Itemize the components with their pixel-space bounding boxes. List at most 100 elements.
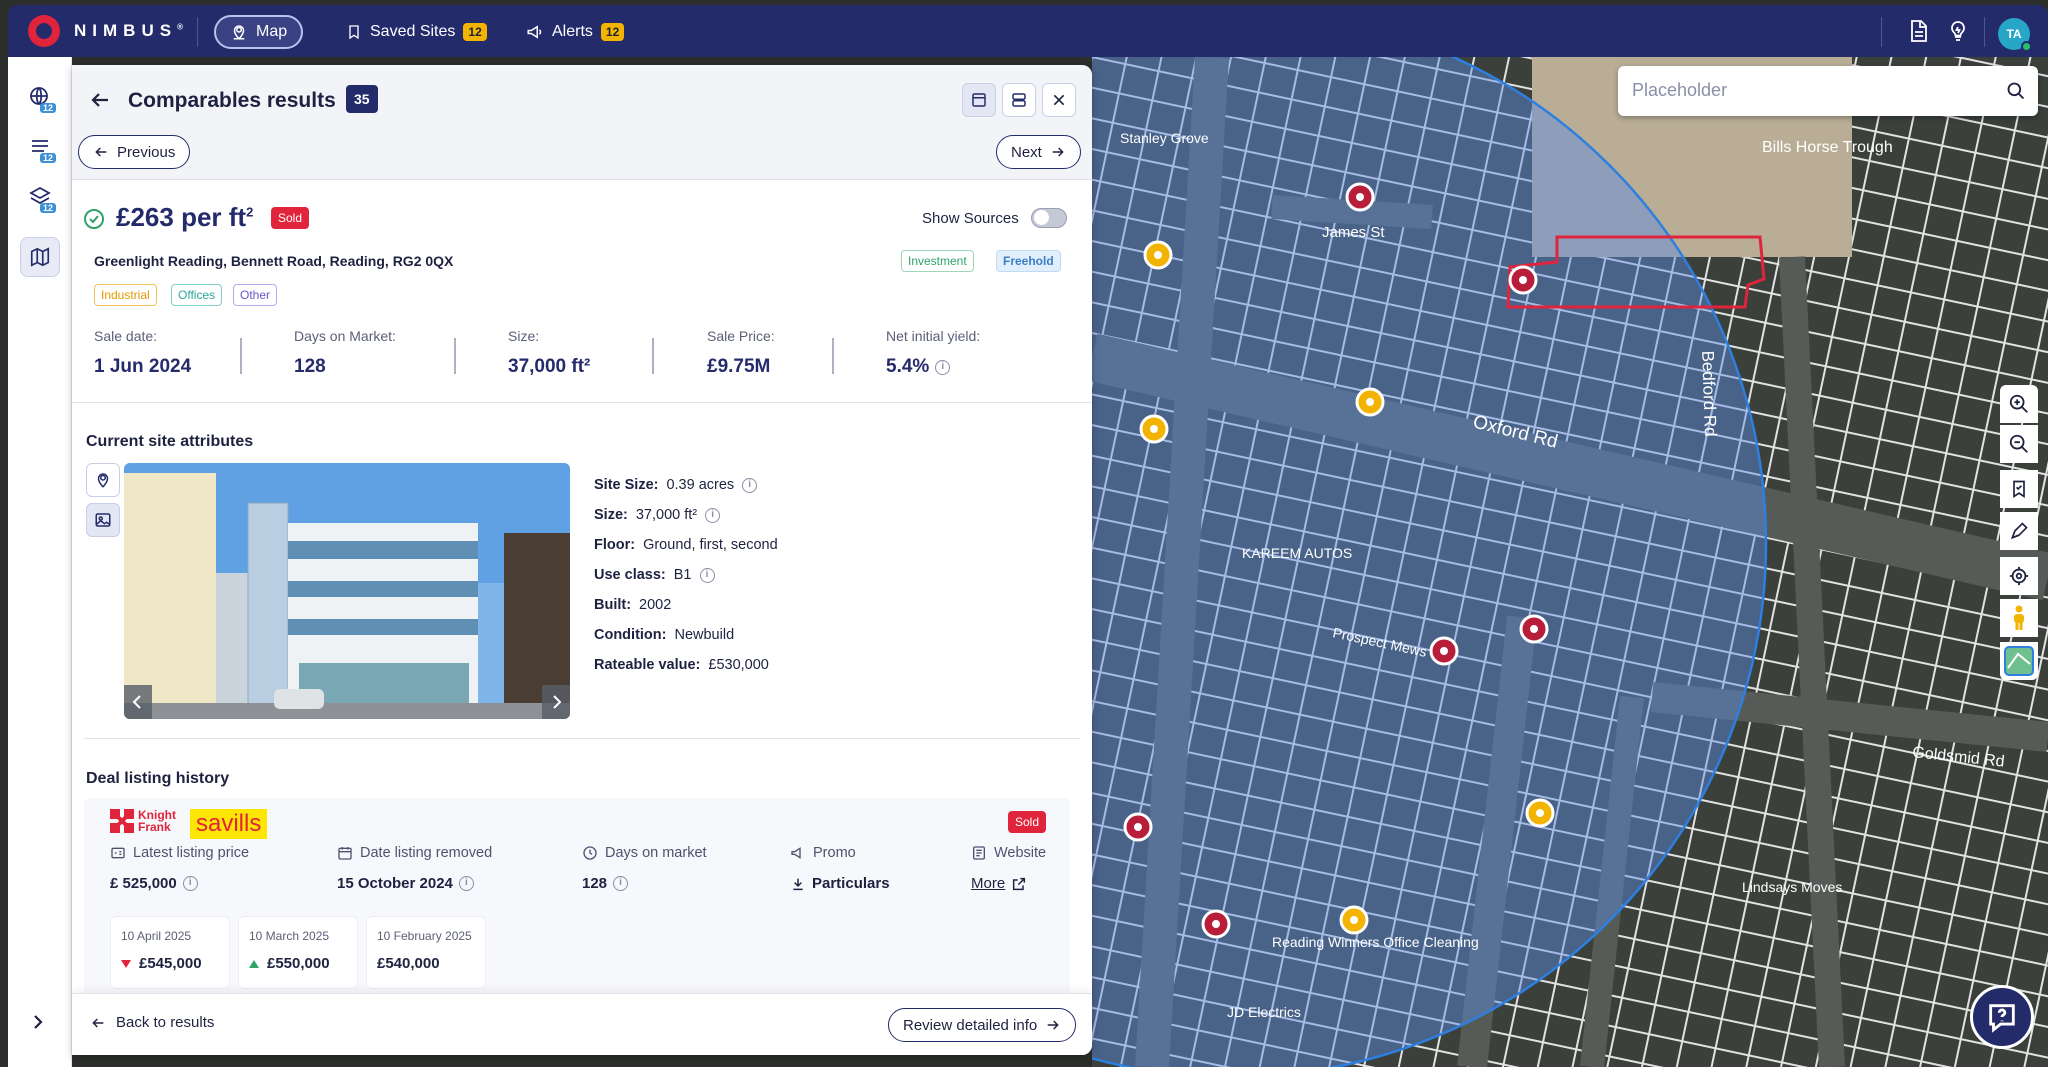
zoom-in-button[interactable]: [2000, 385, 2038, 423]
stat-net-initial-yield: Net initial yield: 5.4% i: [886, 328, 981, 377]
arrow-right-icon: [1052, 147, 1064, 157]
review-detailed-info-button[interactable]: Review detailed info: [888, 1008, 1077, 1042]
tag-other: Other: [233, 284, 278, 306]
info-icon[interactable]: i: [705, 507, 721, 523]
nimbus-logo[interactable]: NIMBUS®: [28, 15, 183, 47]
map-pin-icon: [233, 25, 245, 40]
map-label: Bills Horse Trough: [1762, 139, 1893, 156]
rail-badge: 12: [39, 103, 56, 113]
top-navbar: NIMBUS® Map Saved Sites 12 Alerts 12 TA: [8, 5, 2048, 57]
panel-header: Comparables results 35 Previous Next: [72, 65, 1092, 180]
layers-icon: [2004, 646, 2034, 676]
map-label: James St: [1322, 224, 1385, 241]
map-marker-red[interactable]: [1429, 636, 1459, 666]
deal-latest-price: Latest listing price £ 525,000 i: [110, 845, 250, 892]
megaphone-icon: [527, 25, 542, 39]
map-marker-red[interactable]: [1123, 812, 1153, 842]
map-marker-yellow[interactable]: [1525, 798, 1555, 828]
info-icon[interactable]: i: [613, 876, 629, 891]
external-link-icon: [1013, 877, 1026, 890]
attr-built: Built: 2002: [594, 597, 672, 613]
previous-label: Previous: [117, 143, 176, 161]
map-marker-yellow[interactable]: [1339, 905, 1369, 935]
section-divider: [84, 738, 1080, 739]
back-arrow-icon[interactable]: [88, 88, 112, 112]
single-panel-icon: [972, 93, 986, 107]
zoom-out-button[interactable]: [2000, 425, 2038, 463]
map-canvas[interactable]: Bills Horse Trough Stanley Grove James S…: [1092, 57, 2048, 1067]
user-initials: TA: [2006, 27, 2022, 41]
street-view-button[interactable]: [2000, 599, 2038, 637]
bookmark-map-button[interactable]: [2000, 470, 2038, 508]
previous-button[interactable]: Previous: [78, 135, 191, 169]
knight-frank-mark-icon: [110, 809, 134, 833]
site-photo-view-button[interactable]: [86, 503, 120, 537]
stat-divider: [832, 338, 834, 374]
deal-days-on-market: Days on market 128 i: [582, 845, 707, 892]
site-attributes-list: Site Size: 0.39 acres i Size: 37,000 ft² i F…: [594, 470, 778, 680]
online-status-dot: [2021, 41, 2032, 52]
info-icon[interactable]: i: [458, 876, 474, 891]
rail-map-button[interactable]: [20, 237, 60, 277]
map-marker-red[interactable]: [1201, 909, 1231, 939]
close-panel-button[interactable]: [1042, 83, 1076, 117]
map-label: Stanley Grove: [1120, 130, 1209, 146]
split-view-toggle[interactable]: [1002, 83, 1036, 117]
expand-rail-chevron-icon[interactable]: [26, 1010, 50, 1034]
tag-freehold: Freehold: [996, 250, 1061, 272]
next-button[interactable]: Next: [996, 135, 1081, 169]
comparables-panel: Comparables results 35 Previous Next £26…: [72, 65, 1092, 1055]
knight-frank-text: Knight Frank: [138, 808, 176, 834]
map-pin-icon: [97, 473, 109, 488]
price-per-sqft: £263 per ft2: [116, 202, 254, 232]
logo-text: NIMBUS®: [74, 21, 183, 40]
map-search-input[interactable]: [1632, 66, 1992, 114]
site-map-view-button[interactable]: [86, 463, 120, 497]
website-icon: [973, 846, 985, 860]
arrow-right-icon: [1047, 1020, 1059, 1030]
document-icon[interactable]: [1906, 19, 1930, 43]
draw-tool-button[interactable]: [2000, 512, 2038, 550]
map-marker-red[interactable]: [1345, 182, 1375, 212]
particulars-download-link[interactable]: Particulars: [790, 875, 890, 892]
info-icon[interactable]: i: [935, 359, 951, 375]
nav-map-button[interactable]: Map: [214, 15, 304, 49]
map-label: Lindsays Moves: [1742, 879, 1842, 895]
single-view-toggle[interactable]: [962, 83, 996, 117]
rail-layers-button[interactable]: 12: [20, 177, 60, 217]
nav-map-label: Map: [256, 23, 288, 40]
help-button[interactable]: [1970, 985, 2034, 1049]
nav-alerts-button[interactable]: Alerts 12: [512, 15, 638, 49]
price-tag-icon: [111, 847, 125, 859]
rail-comparables-button[interactable]: 12: [20, 77, 60, 117]
map-marker-yellow[interactable]: [1355, 387, 1385, 417]
back-to-results-link[interactable]: Back to results: [90, 1014, 214, 1031]
help-chat-icon: [1989, 1004, 2015, 1033]
map-marker-red[interactable]: [1519, 614, 1549, 644]
user-avatar[interactable]: TA: [1998, 18, 2032, 52]
trend-down-icon: [121, 959, 131, 968]
map-marker-red[interactable]: [1508, 265, 1538, 295]
info-icon[interactable]: i: [182, 876, 198, 891]
map-marker-yellow[interactable]: [1143, 240, 1173, 270]
clock-icon: [583, 846, 597, 860]
search-icon[interactable]: [2006, 81, 2026, 101]
nav-saved-sites-button[interactable]: Saved Sites 12: [332, 15, 501, 49]
rail-list-button[interactable]: 12: [20, 127, 60, 167]
website-more-link[interactable]: More: [971, 875, 1046, 892]
map-layers-button[interactable]: [2000, 642, 2038, 680]
attr-rateable-value: Rateable value: £530,000: [594, 657, 769, 673]
info-icon[interactable]: i: [699, 567, 715, 583]
split-panel-icon: [1012, 93, 1026, 107]
stat-sale-price: Sale Price: £9.75M: [707, 328, 775, 377]
sold-status-badge: Sold: [271, 207, 310, 229]
deal-website: Website More: [971, 845, 1047, 892]
tag-offices: Offices: [171, 284, 223, 306]
locate-me-button[interactable]: [2000, 557, 2038, 595]
bookmark-icon: [349, 25, 359, 40]
lightbulb-icon[interactable]: [1946, 19, 1970, 43]
show-sources-toggle[interactable]: [1030, 208, 1067, 228]
info-icon[interactable]: i: [742, 477, 758, 493]
map-marker-yellow[interactable]: [1139, 414, 1169, 444]
verified-check-icon: [84, 209, 104, 229]
